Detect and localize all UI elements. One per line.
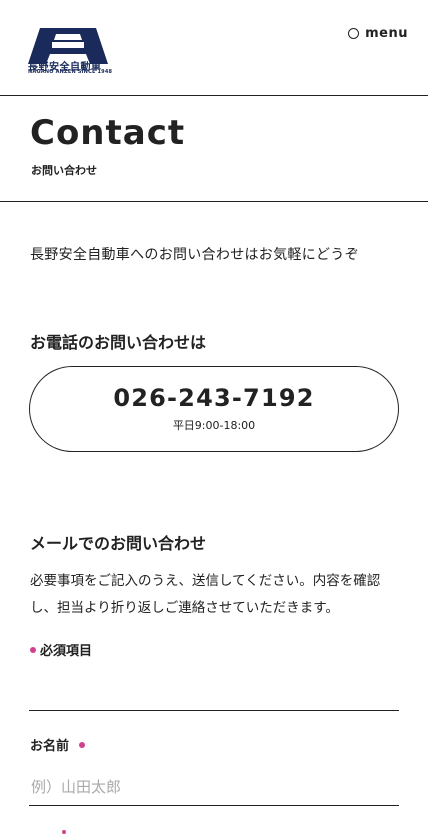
required-note: 必須項目 [30,640,92,659]
required-dot-icon [62,830,66,834]
page-subtitle: お問い合わせ [31,164,97,177]
mail-description: 必要事項をご記入のうえ、送信してください。内容を確認し、担当より折り返しご連絡さ… [30,573,381,616]
phone-heading: お電話のお問い合わせは [30,333,207,352]
mail-heading: メールでのお問い合わせ [30,534,207,553]
required-dot-icon [79,741,86,748]
required-note-label: 必須項目 [40,644,93,659]
phone-hours: 平日9:00-18:00 [172,418,256,432]
menu-label: menu [365,26,408,41]
phone-number: 026-243-7192 [113,383,315,412]
form-divider [29,710,399,711]
menu-circle-icon [348,28,360,39]
name-input[interactable] [29,768,399,806]
menu-button[interactable]: menu [348,26,408,41]
name-field-label: お名前 [30,735,86,754]
required-dot-icon [30,646,36,653]
name-label-text: お名前 [30,739,70,754]
intro-text: 長野安全自動車へのお問い合わせはお気軽にどうぞ [30,247,359,263]
logo-text-en: NAGANO ANZEN SINCE 1948 [28,69,113,75]
page-title: Contact [30,113,186,153]
phone-call-button[interactable]: 026-243-7192 平日9:00-18:00 [29,366,399,452]
